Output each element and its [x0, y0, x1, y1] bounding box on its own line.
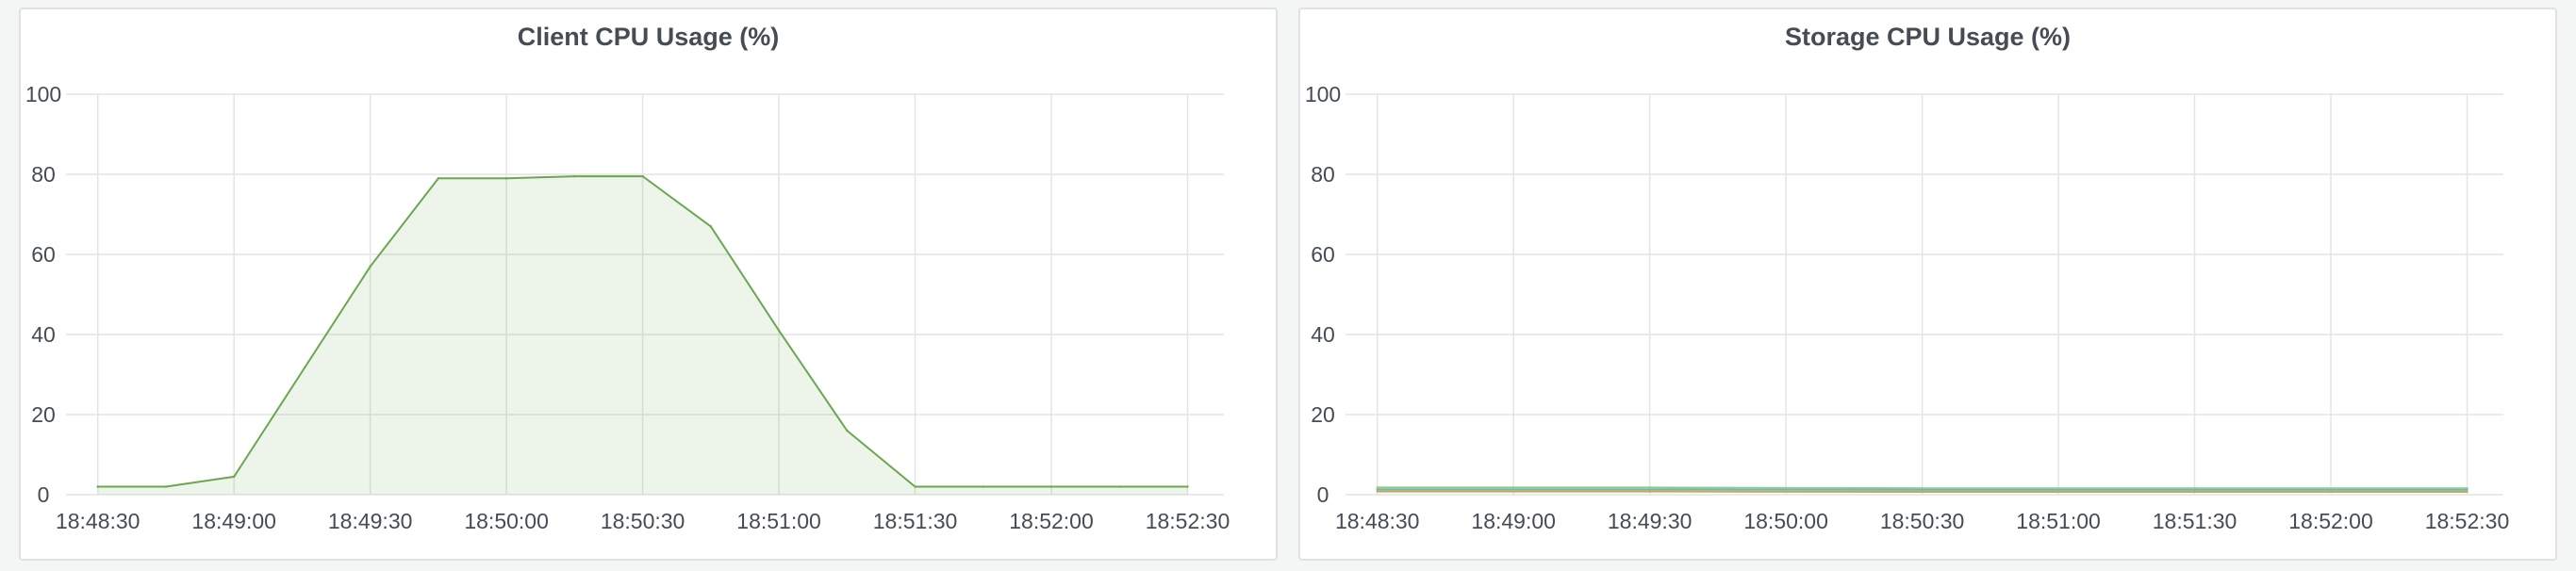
data-point	[846, 429, 849, 432]
data-point	[1376, 490, 1379, 493]
storage-cpu-chart: 0 20 40 60 80 100 18:48:30 18:49:00 18:49:30 18:5…	[1305, 82, 2510, 533]
client-cpu-panel: Client CPU Usage (%) 0 20 40 60 80 100 18:48:3…	[19, 8, 1278, 561]
data-point	[1186, 485, 1189, 488]
x-tick-label: 18:52:30	[2425, 509, 2510, 533]
x-tick-label: 18:51:30	[2153, 509, 2237, 533]
x-tick-label: 18:49:00	[1471, 509, 1556, 533]
data-point	[1648, 490, 1651, 493]
data-point	[1118, 485, 1121, 488]
x-tick-label: 18:49:00	[191, 509, 276, 533]
y-tick-label: 0	[38, 482, 50, 507]
data-point	[777, 329, 781, 332]
x-tick-label: 18:52:30	[1146, 509, 1230, 533]
data-point	[232, 475, 236, 479]
data-point	[1921, 490, 1924, 494]
x-tick-label: 18:51:00	[736, 509, 821, 533]
storage-cpu-panel: Storage CPU Usage (%) 0 20 40 60 80 100 18:48:…	[1298, 8, 2557, 561]
y-tick-label: 40	[1311, 322, 1335, 347]
data-point	[1376, 488, 1379, 491]
data-point	[982, 485, 984, 488]
data-point	[2466, 490, 2469, 494]
y-tick-label: 80	[31, 162, 56, 187]
data-point	[369, 265, 372, 268]
x-tick-label: 18:50:00	[464, 509, 549, 533]
y-tick-label: 0	[1317, 482, 1329, 507]
series-area-fill	[97, 176, 1188, 495]
x-tick-label: 18:50:00	[1743, 509, 1828, 533]
data-point	[1921, 488, 1924, 492]
data-point	[914, 485, 916, 488]
y-tick-label: 20	[1311, 402, 1335, 427]
data-point	[1049, 485, 1053, 488]
x-tick-label: 18:50:30	[601, 509, 685, 533]
y-tick-label: 60	[1311, 242, 1335, 267]
x-tick-label: 18:51:00	[2016, 509, 2101, 533]
data-point	[709, 225, 713, 228]
data-point	[573, 174, 576, 178]
data-point	[1648, 486, 1651, 489]
x-tick-label: 18:52:00	[1009, 509, 1094, 533]
client-cpu-chart: 0 20 40 60 80 100 18:48:30 18:49:00 18:49:30 18:5…	[25, 82, 1230, 533]
data-point	[641, 174, 644, 178]
y-tick-label: 60	[31, 242, 56, 267]
data-point	[1648, 488, 1651, 491]
data-point	[437, 177, 440, 180]
x-tick-label: 18:51:30	[873, 509, 958, 533]
x-tick-label: 18:49:30	[1608, 509, 1693, 533]
y-tick-label: 80	[1311, 162, 1335, 187]
y-tick-label: 20	[31, 402, 56, 427]
x-tick-label: 18:52:00	[2288, 509, 2373, 533]
y-tick-label: 100	[25, 82, 61, 106]
x-tick-label: 18:49:30	[328, 509, 413, 533]
data-point	[2466, 488, 2469, 492]
data-point	[96, 485, 99, 488]
data-point	[504, 177, 508, 180]
data-point	[1376, 486, 1379, 489]
x-tick-label: 18:48:30	[56, 509, 140, 533]
data-point	[2193, 490, 2196, 494]
x-tick-label: 18:50:30	[1880, 509, 1965, 533]
y-tick-label: 100	[1305, 82, 1341, 106]
x-tick-label: 18:48:30	[1335, 509, 1420, 533]
data-point	[2193, 488, 2196, 492]
data-point	[164, 485, 168, 488]
y-tick-label: 40	[31, 322, 56, 347]
